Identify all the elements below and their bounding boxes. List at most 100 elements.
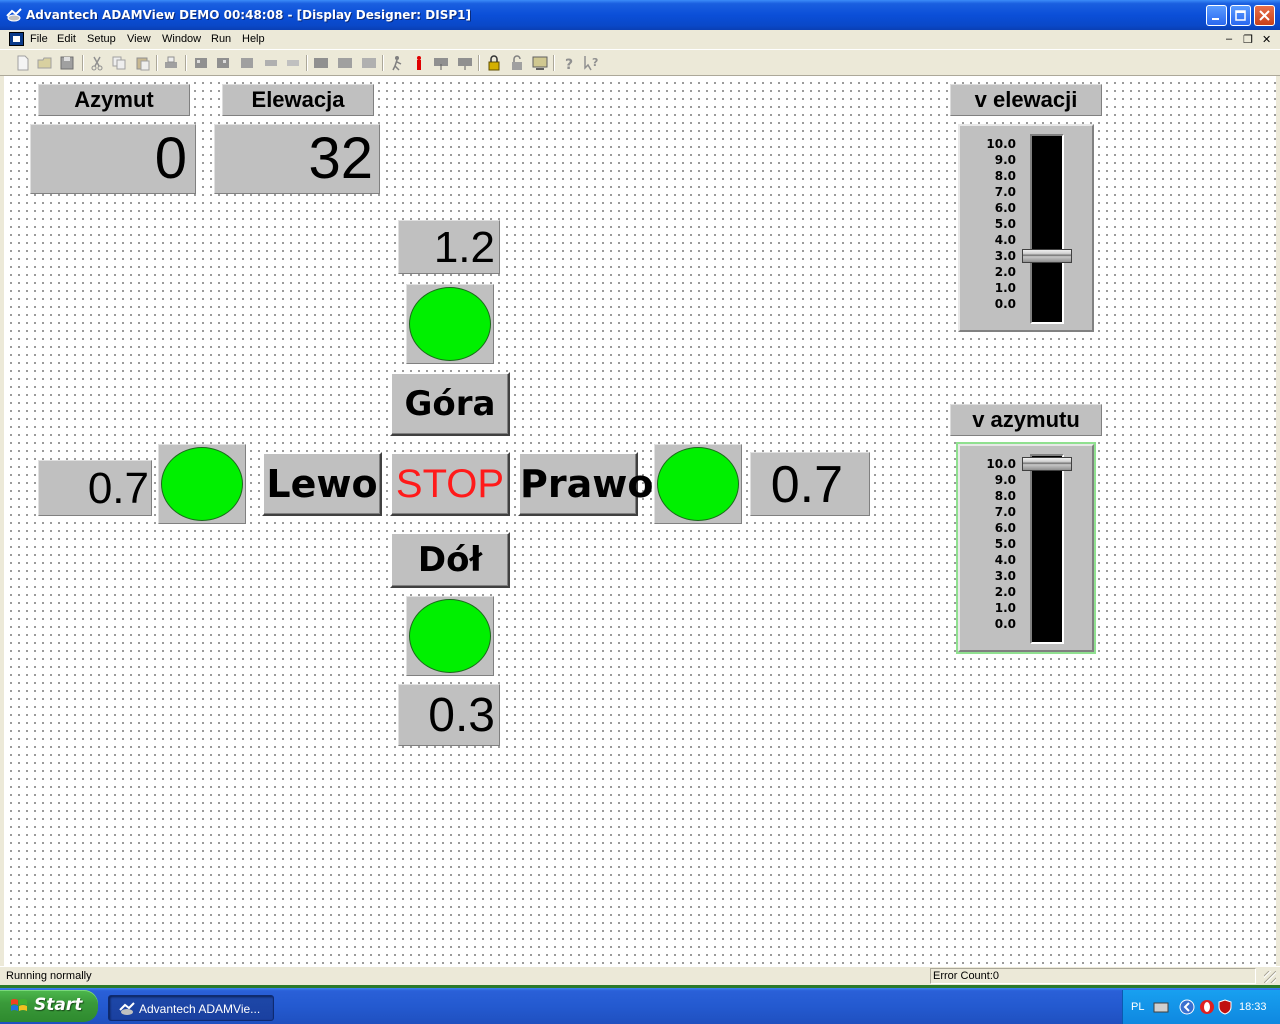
app-icon [6, 8, 22, 22]
slider-tick-label: 10.0 [986, 457, 1016, 471]
slider-tick-label: 7.0 [994, 505, 1016, 519]
slider-tick-label: 8.0 [994, 169, 1016, 183]
stop-person-icon[interactable] [410, 54, 428, 72]
elewacja-label: Elewacja [222, 84, 374, 116]
module-icon[interactable] [214, 54, 232, 72]
lewo-button[interactable]: Lewo [262, 452, 382, 516]
start-button[interactable]: Start [0, 990, 98, 1022]
stop-button[interactable]: STOP [390, 452, 510, 516]
lamp-bulb [657, 447, 739, 521]
gora-button[interactable]: Góra [390, 372, 510, 436]
opera-icon[interactable] [1199, 999, 1215, 1015]
left-indicator-lamp [158, 444, 246, 524]
copy-icon[interactable] [110, 54, 128, 72]
module-icon[interactable] [192, 54, 210, 72]
menu-run[interactable]: Run [211, 33, 231, 45]
menu-help[interactable]: Help [242, 33, 265, 45]
grid-icon[interactable] [238, 54, 256, 72]
v-azymutu-slider-thumb[interactable] [1022, 457, 1072, 471]
cut-icon[interactable] [88, 54, 106, 72]
v-elewacji-slider-thumb[interactable] [1022, 249, 1072, 263]
title-bar[interactable]: Advantech ADAMView DEMO 00:48:08 - [Disp… [0, 0, 1280, 30]
monitor-icon[interactable] [531, 54, 549, 72]
maximize-icon [1235, 10, 1246, 21]
mdi-restore-icon[interactable]: ❐ [1243, 33, 1253, 46]
upload-icon[interactable] [456, 54, 474, 72]
mdi-minimize-icon[interactable]: – [1226, 33, 1232, 45]
language-indicator[interactable]: PL [1131, 1001, 1144, 1013]
download-icon[interactable] [432, 54, 450, 72]
run-icon[interactable] [388, 54, 406, 72]
top-speed-display: 1.2 [398, 220, 500, 274]
dol-button[interactable]: Dół [390, 532, 510, 588]
azymut-display: 0 [30, 124, 196, 194]
right-indicator-lamp [654, 444, 742, 524]
save-icon[interactable] [58, 54, 76, 72]
slider-tick-label: 3.0 [994, 569, 1016, 583]
context-help-icon[interactable]: ? [583, 54, 601, 72]
status-bar: Running normally Error Count:0 [0, 966, 1280, 985]
slider-tick-label: 3.0 [994, 249, 1016, 263]
prawo-button[interactable]: Prawo [518, 452, 653, 516]
close-button[interactable] [1254, 5, 1275, 26]
toolbar-separator [156, 55, 158, 71]
document-icon[interactable] [9, 32, 24, 46]
slider-tick-label: 6.0 [994, 201, 1016, 215]
keyboard-icon[interactable] [1153, 1000, 1169, 1014]
slider-tick-label: 7.0 [994, 185, 1016, 199]
slider-tick-label: 0.0 [994, 617, 1016, 631]
lamp-bulb [409, 287, 491, 361]
error-count-panel: Error Count:0 [930, 968, 1256, 984]
maximize-button[interactable] [1230, 5, 1251, 26]
lock-icon[interactable] [485, 54, 503, 72]
minimize-icon [1212, 18, 1219, 20]
menu-view[interactable]: View [127, 33, 151, 45]
resize-grip-icon[interactable] [1264, 971, 1276, 983]
taskbar-app-button[interactable]: Advantech ADAMVie... [108, 995, 274, 1021]
minimize-button[interactable] [1206, 5, 1227, 26]
task-icon[interactable] [336, 54, 354, 72]
menu-window[interactable]: Window [162, 33, 201, 45]
task-icon[interactable] [360, 54, 378, 72]
help-icon[interactable]: ? [560, 54, 578, 72]
lamp-bulb [161, 447, 243, 521]
v-elewacji-slider-track[interactable] [1030, 134, 1064, 324]
v-azymutu-label: v azymutu [950, 404, 1102, 436]
system-tray: PL 18:33 [1122, 990, 1280, 1024]
unlock-icon[interactable] [508, 54, 526, 72]
display-canvas[interactable]: Azymut Elewacja 0 32 1.2 Góra 0.7 Lewo S… [0, 76, 1280, 966]
menu-file[interactable]: File [30, 33, 48, 45]
clock: 18:33 [1239, 1001, 1267, 1013]
taskbar-app-label: Advantech ADAMVie... [139, 1002, 261, 1016]
open-folder-icon[interactable] [36, 54, 54, 72]
v-azymutu-slider-track[interactable] [1030, 454, 1064, 644]
slider-tick-label: 9.0 [994, 473, 1016, 487]
window-title: Advantech ADAMView DEMO 00:48:08 - [Disp… [26, 8, 471, 22]
slider-tick-label: 9.0 [994, 153, 1016, 167]
antivirus-shield-icon[interactable] [1217, 999, 1233, 1015]
top-indicator-lamp [406, 284, 494, 364]
slider-tick-label: 1.0 [994, 281, 1016, 295]
app-icon [119, 1002, 135, 1015]
menu-setup[interactable]: Setup [87, 33, 116, 45]
menu-edit[interactable]: Edit [57, 33, 76, 45]
chevron-left-icon[interactable] [1179, 999, 1195, 1015]
svg-text:?: ? [565, 57, 573, 72]
windows-flag-icon [11, 999, 27, 1011]
paste-icon[interactable] [134, 54, 152, 72]
slider-tick-label: 2.0 [994, 265, 1016, 279]
status-text: Running normally [6, 970, 92, 982]
task-icon[interactable] [312, 54, 330, 72]
slider-tick-label: 6.0 [994, 521, 1016, 535]
slider-tick-label: 4.0 [994, 233, 1016, 247]
mdi-close-icon[interactable]: ✕ [1262, 33, 1271, 46]
start-label: Start [34, 995, 83, 1015]
tag-icon[interactable] [262, 54, 280, 72]
toolbar-separator [553, 55, 555, 71]
print-icon[interactable] [162, 54, 180, 72]
new-file-icon[interactable] [14, 54, 32, 72]
bottom-speed-display: 0.3 [398, 684, 500, 746]
text-icon[interactable] [284, 54, 302, 72]
azymut-label: Azymut [38, 84, 190, 116]
menu-bar: File Edit Setup View Window Run Help – ❐… [0, 30, 1280, 49]
